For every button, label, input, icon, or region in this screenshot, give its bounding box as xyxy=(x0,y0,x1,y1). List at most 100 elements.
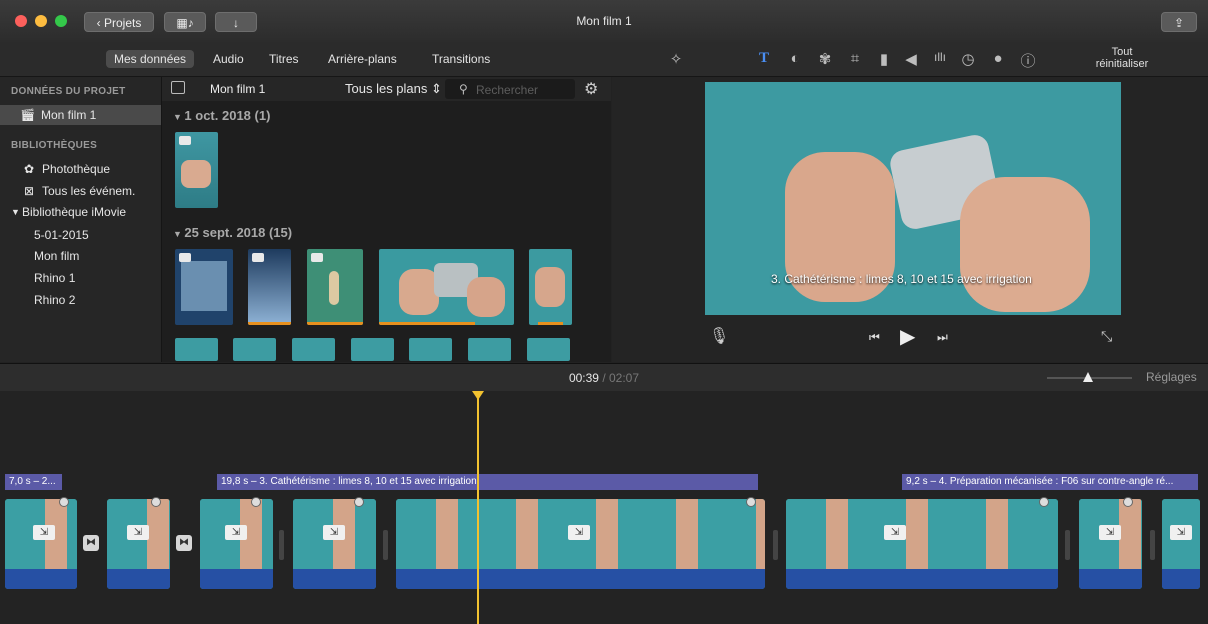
crop-badge-icon: ⇲ xyxy=(568,525,590,540)
media-thumbnail[interactable] xyxy=(529,249,572,325)
share-icon: ⇪ xyxy=(1173,16,1185,30)
sidebar-item-event[interactable]: Rhino 1 xyxy=(0,268,161,288)
sidebar-item-imovie-library[interactable]: ▼ Bibliothèque iMovie xyxy=(0,202,161,222)
media-thumbnail[interactable] xyxy=(175,338,218,361)
clip-options-icon[interactable] xyxy=(354,497,364,507)
clip-used-indicator xyxy=(307,322,363,325)
date-group-header[interactable]: ▼ 25 sept. 2018 (15) xyxy=(173,225,292,240)
media-thumbnail[interactable] xyxy=(175,249,233,325)
tab-transitions[interactable]: Transitions xyxy=(424,50,498,68)
clip-audio-track xyxy=(293,569,376,589)
volume-icon[interactable]: ◀ xyxy=(901,50,921,68)
stabilization-icon[interactable]: ▮ xyxy=(874,50,894,68)
video-clip[interactable]: ⇲ xyxy=(200,499,273,589)
browser-toolbar: Mon film 1 Tous les plans ⇕ ⚲ Rechercher… xyxy=(162,77,611,101)
microphone-icon[interactable]: 🎙︎ xyxy=(709,326,729,346)
tooth-image xyxy=(329,271,339,305)
timecode: 00:39 / 02:07 xyxy=(568,371,640,385)
tab-audio[interactable]: Audio xyxy=(205,50,252,68)
video-preview[interactable]: 3. Cathétérisme : limes 8, 10 et 15 avec… xyxy=(705,82,1121,315)
play-icon[interactable]: ▶ xyxy=(900,324,915,349)
browser-title: Mon film 1 xyxy=(210,82,266,96)
sidebar-toggle-icon[interactable] xyxy=(171,81,185,94)
clip-options-icon[interactable] xyxy=(1123,497,1133,507)
clip-options-icon[interactable] xyxy=(251,497,261,507)
clip-filmstrip xyxy=(786,499,1058,569)
video-clip[interactable]: ⇲ xyxy=(5,499,77,589)
media-tabs-bar: Mes données Audio Titres Arrière-plans T… xyxy=(0,42,612,77)
media-thumbnail[interactable] xyxy=(307,249,363,325)
sidebar-item-mon-film-1[interactable]: 🎬︎ Mon film 1 xyxy=(0,105,161,125)
fullscreen-icon[interactable]: ⤡ xyxy=(1101,328,1112,345)
filter-icon[interactable]: ● xyxy=(988,50,1008,67)
color-palette-icon[interactable]: ✾ xyxy=(815,50,835,68)
settings-button[interactable]: Réglages xyxy=(1146,370,1197,384)
date-group-header[interactable]: ▼ 1 oct. 2018 (1) xyxy=(173,108,270,123)
share-button[interactable]: ⇪ xyxy=(1161,12,1197,32)
media-thumbnail[interactable] xyxy=(468,338,511,361)
media-thumbnail[interactable] xyxy=(379,249,514,325)
transition-icon[interactable]: ⧓ xyxy=(83,535,99,551)
sidebar-item-all-events[interactable]: ⊠ Tous les événem. xyxy=(0,181,161,201)
media-thumbnail[interactable] xyxy=(409,338,452,361)
search-input[interactable]: Rechercher xyxy=(476,83,538,97)
clip-options-icon[interactable] xyxy=(151,497,161,507)
media-thumbnail[interactable] xyxy=(351,338,394,361)
transition-icon[interactable]: ⧓ xyxy=(176,535,192,551)
clip-audio-track xyxy=(1079,569,1142,589)
sidebar-item-event[interactable]: Rhino 2 xyxy=(0,290,161,310)
speed-icon[interactable]: ◷ xyxy=(958,50,978,68)
color-balance-icon[interactable]: ◐ xyxy=(785,50,805,67)
video-clip[interactable]: ⇲ xyxy=(786,499,1058,589)
clip-filter-select[interactable]: Tous les plans ⇕ xyxy=(345,81,442,97)
tab-mes-donnees[interactable]: Mes données xyxy=(106,50,195,68)
clip-audio-track xyxy=(5,569,77,589)
title-clip[interactable]: 7,0 s – 2... xyxy=(5,474,62,490)
equalizer-icon[interactable]: ıllı xyxy=(930,50,950,64)
search-icon: ⚲ xyxy=(459,82,468,96)
media-thumbnail[interactable] xyxy=(248,249,291,325)
video-clip[interactable]: ⇲ xyxy=(396,499,765,589)
playhead[interactable] xyxy=(477,391,479,624)
media-thumbnail[interactable] xyxy=(233,338,276,361)
skip-back-icon[interactable]: ⏮︎ xyxy=(869,330,880,345)
photos-flower-icon: ✿ xyxy=(24,162,35,176)
crop-badge-icon: ⇲ xyxy=(127,525,149,540)
video-clip[interactable]: ⇲ xyxy=(1079,499,1142,589)
magic-wand-icon[interactable]: ✧ xyxy=(666,50,686,68)
sidebar-item-event[interactable]: 5-01-2015 xyxy=(0,225,161,245)
libraries-section-header: BIBLIOTHÈQUES xyxy=(11,140,98,151)
clip-options-icon[interactable] xyxy=(1039,497,1049,507)
sidebar-item-phototheque[interactable]: ✿ Photothèque xyxy=(0,159,161,179)
crop-icon[interactable]: ⌗ xyxy=(845,50,865,67)
crop-badge-icon: ⇲ xyxy=(225,525,247,540)
tab-titres[interactable]: Titres xyxy=(261,50,307,68)
sidebar-item-event[interactable]: Mon film xyxy=(0,246,161,266)
title-text-icon[interactable]: T xyxy=(754,50,774,67)
hand-shape xyxy=(181,160,211,188)
clip-used-indicator xyxy=(248,322,291,325)
media-thumbnail[interactable] xyxy=(175,132,218,208)
video-clip[interactable]: ⇲ xyxy=(107,499,170,589)
title-clip[interactable]: 19,8 s – 3. Cathétérisme : limes 8, 10 e… xyxy=(217,474,758,490)
clip-options-icon[interactable] xyxy=(746,497,756,507)
media-thumbnail[interactable] xyxy=(292,338,335,361)
camera-icon xyxy=(179,253,191,262)
clip-gap xyxy=(1150,530,1155,560)
title-clip[interactable]: 9,2 s – 4. Préparation mécanisée : F06 s… xyxy=(902,474,1198,490)
clip-used-indicator xyxy=(379,322,475,325)
library-sidebar: DONNÉES DU PROJET 🎬︎ Mon film 1 BIBLIOTH… xyxy=(0,77,162,362)
media-thumbnail[interactable] xyxy=(527,338,570,361)
reset-all-button[interactable]: Tout réinitialiser xyxy=(1082,46,1162,70)
gear-icon[interactable]: ⚙ xyxy=(584,79,598,99)
skip-forward-icon[interactable]: ⏭︎ xyxy=(937,330,948,345)
search-field[interactable]: ⚲ Rechercher xyxy=(445,79,575,99)
video-clip[interactable]: ⇲ xyxy=(1162,499,1200,589)
disclosure-down-icon: ▼ xyxy=(173,229,185,239)
info-icon[interactable]: ⓘ xyxy=(1018,50,1038,71)
disclosure-down-icon[interactable]: ▼ xyxy=(11,202,20,222)
project-section-header: DONNÉES DU PROJET xyxy=(11,86,126,97)
tab-arriere-plans[interactable]: Arrière-plans xyxy=(320,50,405,68)
video-clip[interactable]: ⇲ xyxy=(293,499,376,589)
clip-options-icon[interactable] xyxy=(59,497,69,507)
